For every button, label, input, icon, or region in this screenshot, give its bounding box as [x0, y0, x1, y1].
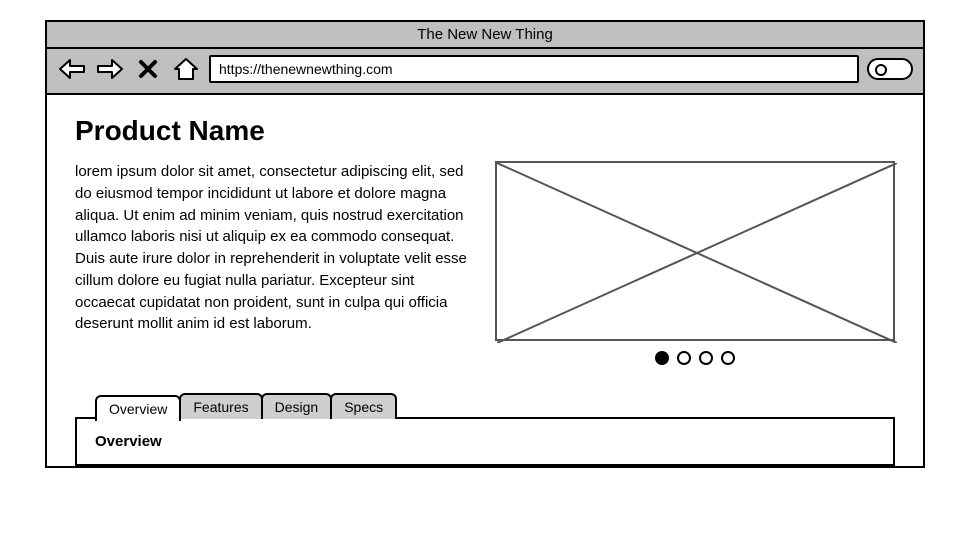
- tabs-region: Overview Features Design Specs Overview: [75, 393, 895, 466]
- search-icon[interactable]: [867, 58, 913, 80]
- carousel-dot-2[interactable]: [677, 351, 691, 365]
- tabstrip: Overview Features Design Specs: [95, 393, 895, 419]
- hero-media: [495, 161, 895, 365]
- tab-specs[interactable]: Specs: [330, 393, 397, 419]
- carousel-dot-1[interactable]: [655, 351, 669, 365]
- tab-features[interactable]: Features: [179, 393, 262, 419]
- window-title: The New New Thing: [47, 22, 923, 49]
- home-icon[interactable]: [171, 56, 201, 82]
- tab-panel: Overview: [75, 417, 895, 466]
- hero-section: lorem ipsum dolor sit amet, consectetur …: [75, 161, 895, 365]
- tab-overview[interactable]: Overview: [95, 395, 181, 421]
- page-content: Product Name lorem ipsum dolor sit amet,…: [47, 95, 923, 466]
- tab-panel-heading: Overview: [95, 433, 875, 450]
- browser-window: The New New Thing https://thenewnewthing…: [45, 20, 925, 468]
- carousel-dot-4[interactable]: [721, 351, 735, 365]
- hero-description: lorem ipsum dolor sit amet, consectetur …: [75, 161, 471, 335]
- forward-arrow-icon[interactable]: [95, 56, 125, 82]
- carousel-dot-3[interactable]: [699, 351, 713, 365]
- back-arrow-icon[interactable]: [57, 56, 87, 82]
- page-title: Product Name: [75, 115, 895, 147]
- url-bar[interactable]: https://thenewnewthing.com: [209, 55, 859, 83]
- image-placeholder-icon: [495, 161, 895, 341]
- stop-icon[interactable]: [133, 56, 163, 82]
- browser-toolbar: https://thenewnewthing.com: [47, 49, 923, 95]
- url-text: https://thenewnewthing.com: [219, 61, 393, 77]
- carousel-pagination: [655, 351, 735, 365]
- tab-design[interactable]: Design: [261, 393, 333, 419]
